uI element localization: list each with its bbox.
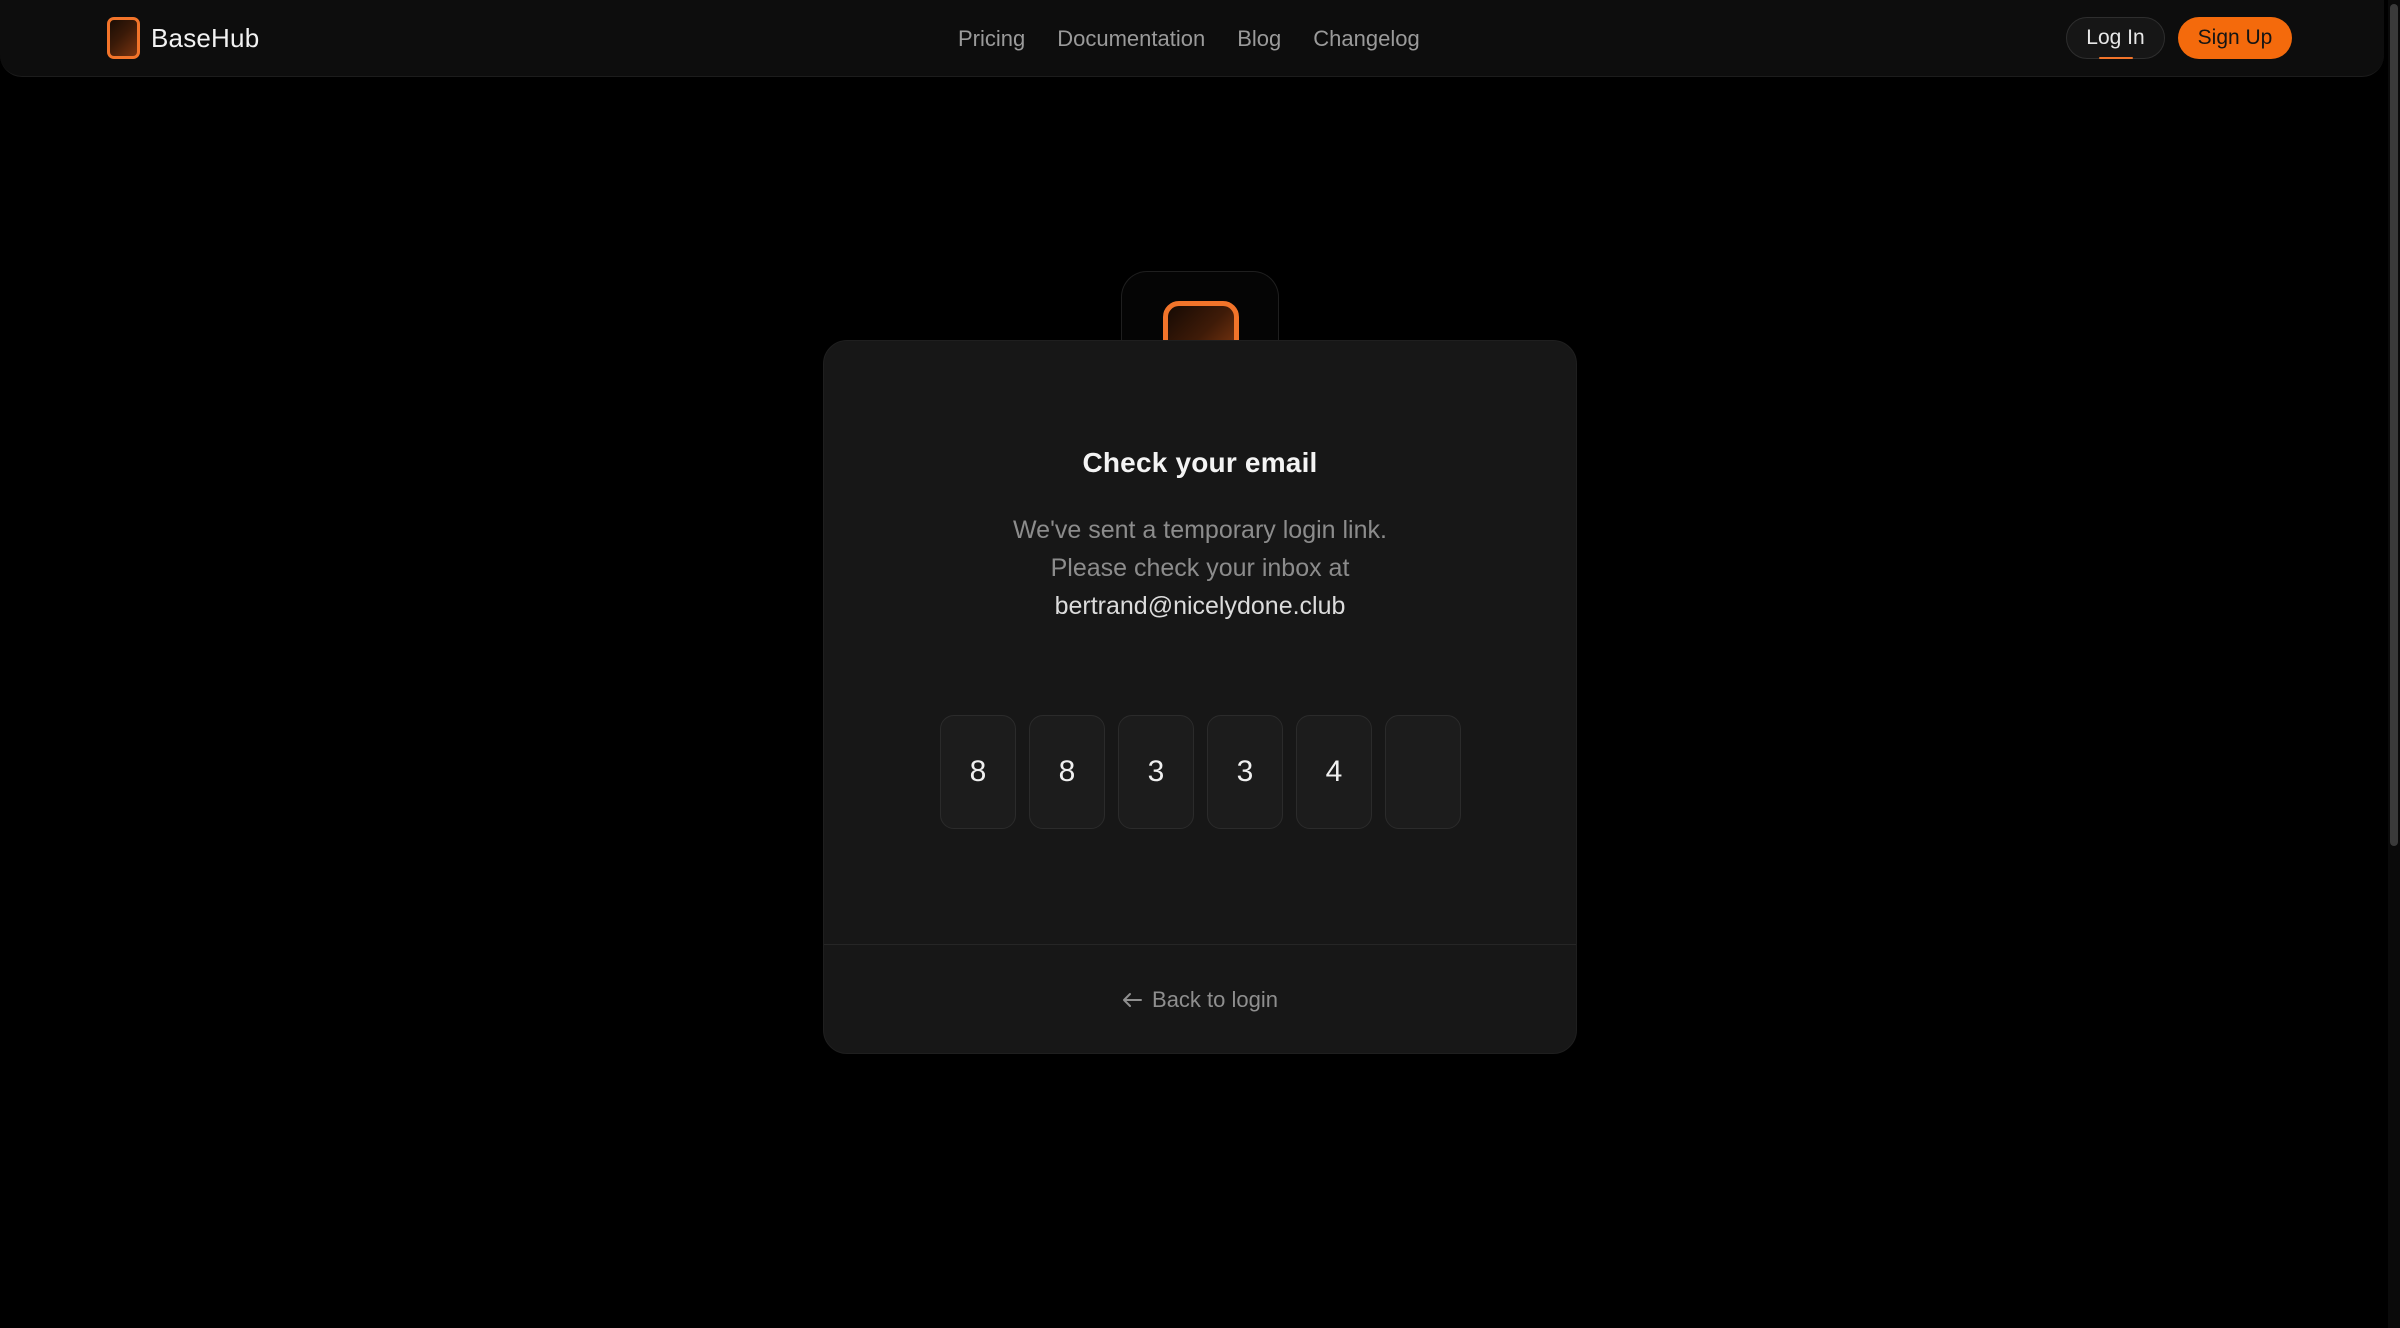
page-scrollbar[interactable] — [2388, 0, 2400, 1328]
recipient-email: bertrand@nicelydone.club — [1054, 592, 1346, 620]
nav-link-blog[interactable]: Blog — [1237, 26, 1281, 52]
card-description: We've sent a temporary login link. Pleas… — [824, 511, 1576, 587]
otp-digit-2[interactable]: 8 — [1029, 715, 1105, 829]
otp-digit-1[interactable]: 8 — [940, 715, 1016, 829]
otp-digit-3[interactable]: 3 — [1118, 715, 1194, 829]
nav-link-documentation[interactable]: Documentation — [1057, 26, 1205, 52]
back-to-login-label: Back to login — [1152, 986, 1278, 1012]
description-line-1: We've sent a temporary login link. — [1013, 516, 1387, 544]
nav-link-changelog[interactable]: Changelog — [1313, 26, 1419, 52]
description-line-2: Please check your inbox at — [1050, 554, 1350, 582]
top-navbar: BaseHub Pricing Documentation Blog Chang… — [0, 0, 2384, 77]
back-to-login-link[interactable]: Back to login — [824, 944, 1576, 1054]
nav-link-pricing[interactable]: Pricing — [958, 26, 1025, 52]
login-button[interactable]: Log In — [2066, 17, 2165, 59]
app-badge — [1121, 271, 1279, 351]
basehub-logo-icon — [107, 17, 140, 59]
brand-link[interactable]: BaseHub — [107, 17, 259, 59]
card-title: Check your email — [1082, 447, 1318, 478]
arrow-left-icon — [1123, 992, 1143, 1007]
otp-digit-6[interactable] — [1385, 715, 1461, 829]
check-email-card: Check your email We've sent a temporary … — [823, 340, 1577, 1054]
otp-digit-5[interactable]: 4 — [1296, 715, 1372, 829]
brand-name: BaseHub — [151, 22, 260, 53]
otp-input-group: 8 8 3 3 4 — [940, 715, 1461, 829]
scrollbar-thumb[interactable] — [2390, 4, 2398, 846]
signup-button[interactable]: Sign Up — [2178, 17, 2292, 59]
otp-digit-4[interactable]: 3 — [1207, 715, 1283, 829]
main-nav: Pricing Documentation Blog Changelog — [958, 0, 1420, 77]
